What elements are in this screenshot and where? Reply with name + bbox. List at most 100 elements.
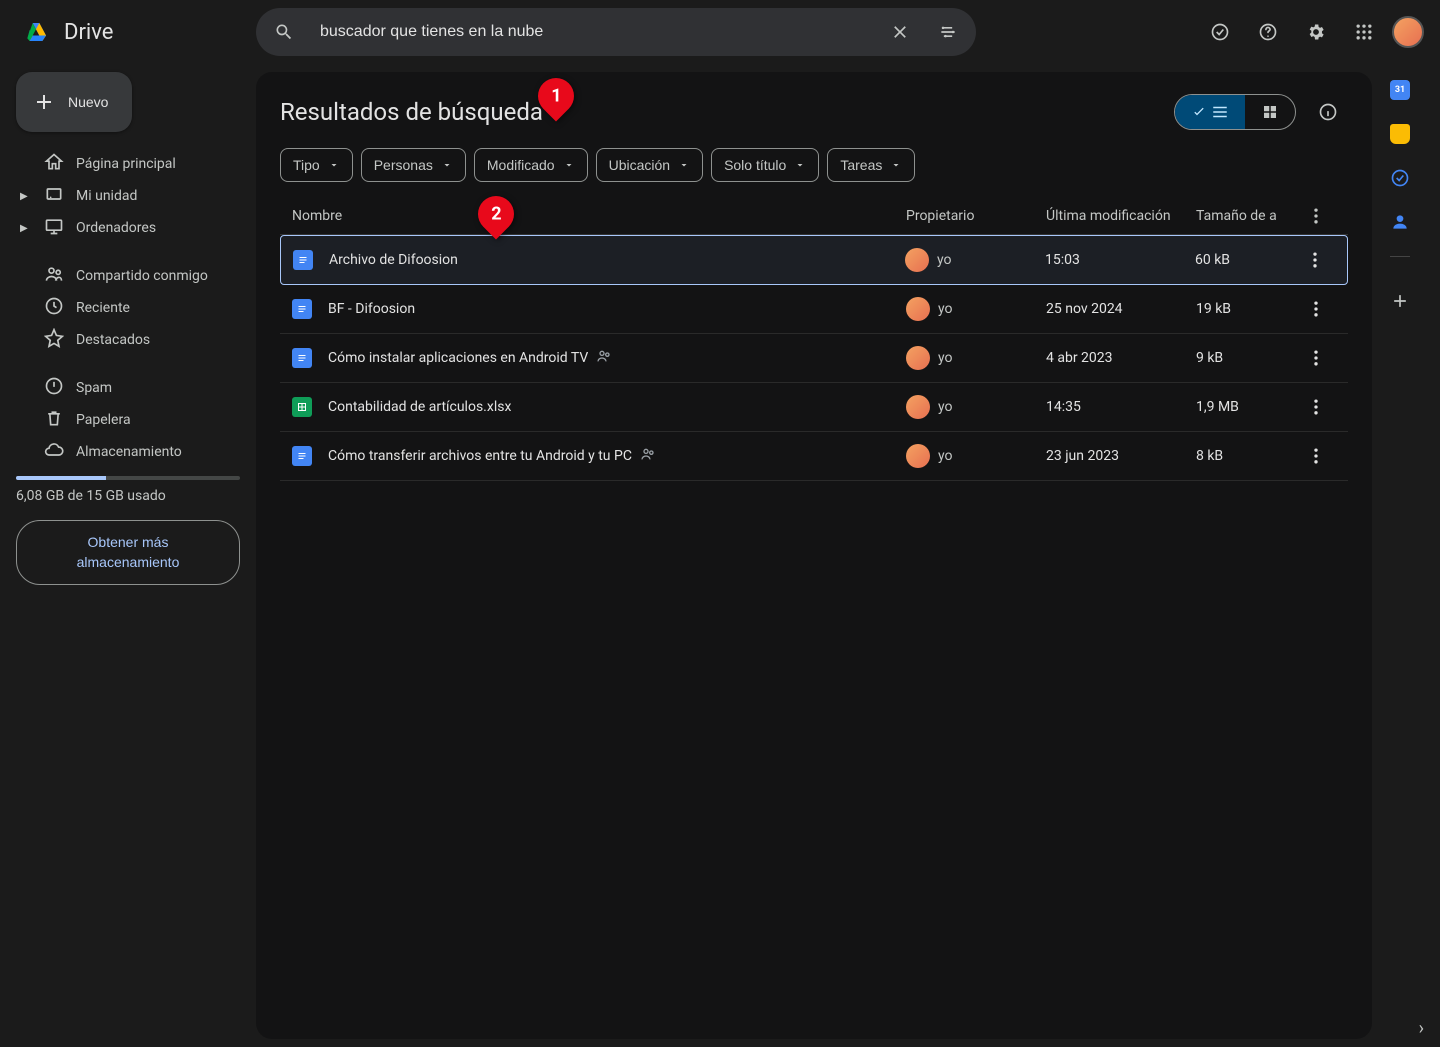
results-header: Resultados de búsqueda: [280, 92, 1348, 132]
row-more-button[interactable]: [1296, 397, 1336, 417]
modified-cell: 4 abr 2023: [1046, 350, 1196, 366]
table-row[interactable]: Archivo de Difoosion yo 15:03 60 kB: [280, 235, 1348, 285]
search-icon[interactable]: [264, 12, 304, 52]
offline-ready-icon[interactable]: [1200, 12, 1240, 52]
file-name: Contabilidad de artículos.xlsx: [328, 399, 511, 415]
account-avatar[interactable]: [1392, 16, 1424, 48]
keep-icon[interactable]: [1390, 124, 1410, 144]
owner-label: yo: [938, 399, 953, 415]
apps-grid-icon[interactable]: [1344, 12, 1384, 52]
star-icon: [44, 328, 64, 352]
col-size[interactable]: Tamaño de a: [1196, 208, 1296, 224]
new-button-label: Nuevo: [68, 94, 108, 110]
sidebar-item-shared[interactable]: Compartido conmigo: [16, 260, 240, 292]
sidebar-item-recent[interactable]: Reciente: [16, 292, 240, 324]
sidebar-item-home[interactable]: Página principal: [16, 148, 240, 180]
caret-icon: ▶: [20, 191, 32, 202]
search-options-icon[interactable]: [928, 12, 968, 52]
size-cell: 9 kB: [1196, 350, 1296, 366]
file-type-icon: [292, 348, 312, 368]
table-row[interactable]: Cómo transferir archivos entre tu Androi…: [280, 432, 1348, 481]
sidebar-item-label: Compartido conmigo: [76, 268, 208, 284]
upgrade-storage-button[interactable]: Obtener más almacenamiento: [16, 520, 240, 585]
app-title: Drive: [64, 20, 113, 45]
view-controls: [1174, 92, 1348, 132]
sidebar-item-starred[interactable]: Destacados: [16, 324, 240, 356]
sidebar-item-spam[interactable]: Spam: [16, 372, 240, 404]
sidebar-item-trash[interactable]: Papelera: [16, 404, 240, 436]
size-cell: 1,9 MB: [1196, 399, 1296, 415]
calendar-icon[interactable]: 31: [1390, 80, 1410, 100]
sidebar-item-computers[interactable]: ▶ Ordenadores: [16, 212, 240, 244]
help-icon[interactable]: [1248, 12, 1288, 52]
shared-badge-icon: [640, 446, 656, 466]
search-input[interactable]: [312, 23, 872, 41]
sidebar-item-label: Spam: [76, 380, 112, 396]
tasks-icon[interactable]: [1390, 168, 1410, 188]
file-name: BF - Difoosion: [328, 301, 415, 317]
clear-search-icon[interactable]: [880, 12, 920, 52]
filter-chip[interactable]: Personas: [361, 148, 466, 182]
results-title: Resultados de búsqueda: [280, 98, 543, 126]
modified-cell: 14:35: [1046, 399, 1196, 415]
rail-divider: [1390, 256, 1410, 257]
owner-avatar: [906, 395, 930, 419]
file-type-icon: [293, 250, 313, 270]
expand-side-panel-icon[interactable]: ›: [1419, 1018, 1424, 1039]
owner-label: yo: [937, 252, 952, 268]
table-row[interactable]: Cómo instalar aplicaciones en Android TV…: [280, 334, 1348, 383]
view-toggle: [1174, 94, 1296, 130]
content-area: Resultados de búsqueda TipoPersonasMod: [256, 64, 1440, 1047]
owner-label: yo: [938, 448, 953, 464]
row-more-button[interactable]: [1296, 348, 1336, 368]
clock-icon: [44, 296, 64, 320]
search-bar: [256, 8, 976, 56]
owner-avatar: [906, 346, 930, 370]
add-addon-icon[interactable]: [1380, 281, 1420, 321]
storage-fill: [16, 476, 106, 480]
filter-chip[interactable]: Solo título: [711, 148, 819, 182]
app-header: Drive: [0, 0, 1440, 64]
list-view-button[interactable]: [1175, 95, 1245, 129]
owner-avatar: [906, 444, 930, 468]
modified-cell: 25 nov 2024: [1046, 301, 1196, 317]
table-row[interactable]: Contabilidad de artículos.xlsx yo 14:35 …: [280, 383, 1348, 432]
owner-cell: yo: [906, 346, 1046, 370]
results-panel: Resultados de búsqueda TipoPersonasMod: [256, 72, 1372, 1039]
row-more-button[interactable]: [1295, 250, 1335, 270]
modified-cell: 15:03: [1045, 252, 1195, 268]
grid-view-button[interactable]: [1245, 95, 1295, 129]
owner-cell: yo: [905, 248, 1045, 272]
filter-chip[interactable]: Modificado: [474, 148, 588, 182]
logo-area[interactable]: Drive: [16, 12, 248, 52]
owner-label: yo: [938, 350, 953, 366]
new-button[interactable]: Nuevo: [16, 72, 132, 132]
row-more-button[interactable]: [1296, 299, 1336, 319]
sidebar-item-label: Mi unidad: [76, 188, 137, 204]
contacts-icon[interactable]: [1390, 212, 1410, 232]
info-icon[interactable]: [1308, 92, 1348, 132]
owner-cell: yo: [906, 297, 1046, 321]
col-more-header[interactable]: [1296, 206, 1336, 226]
size-cell: 8 kB: [1196, 448, 1296, 464]
size-cell: 19 kB: [1196, 301, 1296, 317]
sidebar-item-mydrive[interactable]: ▶ Mi unidad: [16, 180, 240, 212]
filter-chip[interactable]: Tipo: [280, 148, 353, 182]
filter-chip[interactable]: Ubicación: [596, 148, 703, 182]
table-row[interactable]: BF - Difoosion yo 25 nov 2024 19 kB: [280, 285, 1348, 334]
side-panel: 31: [1372, 72, 1428, 1039]
file-type-icon: [292, 299, 312, 319]
row-more-button[interactable]: [1296, 446, 1336, 466]
shared-badge-icon: [596, 348, 612, 368]
file-name: Archivo de Difoosion: [329, 252, 458, 268]
filter-chip[interactable]: Tareas: [827, 148, 915, 182]
col-owner[interactable]: Propietario: [906, 208, 1046, 224]
owner-avatar: [905, 248, 929, 272]
settings-gear-icon[interactable]: [1296, 12, 1336, 52]
computers-icon: [44, 216, 64, 240]
sidebar-item-storage[interactable]: Almacenamiento: [16, 436, 240, 468]
filter-bar: TipoPersonasModificadoUbicaciónSolo títu…: [280, 148, 1348, 182]
col-modified[interactable]: Última modificación: [1046, 208, 1196, 224]
file-type-icon: [292, 397, 312, 417]
col-name[interactable]: Nombre: [292, 208, 906, 224]
